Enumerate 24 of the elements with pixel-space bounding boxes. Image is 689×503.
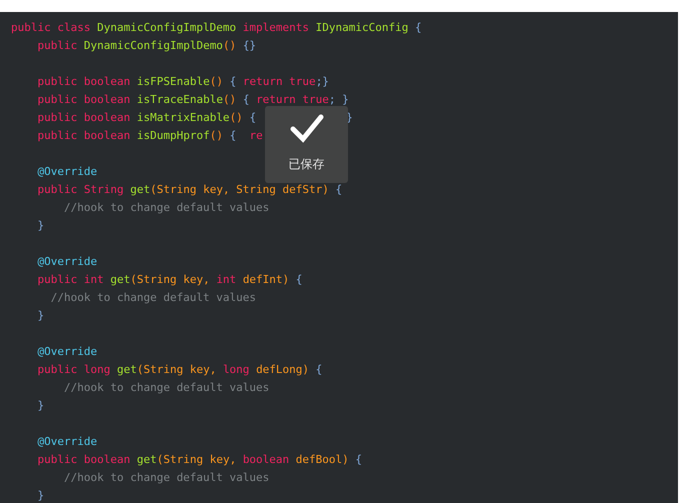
- code-line: public boolean get(String key, boolean defBool) {: [36, 452, 362, 468]
- code-line: public boolean isMatrixEnable() {: [36, 110, 256, 126]
- code-line: //hook to change default values: [62, 200, 270, 216]
- code-line: }: [36, 308, 44, 324]
- code-line: public boolean isFPSEnable() { return true;}: [36, 74, 329, 90]
- code-line: public DynamicConfigImplDemo() {}: [36, 38, 256, 54]
- toast-message: 已保存: [288, 156, 324, 173]
- code-line: //hook to change default values: [50, 290, 256, 306]
- code-line: @Override: [36, 434, 98, 450]
- code-line: public String get(String key, String defStr) {: [36, 182, 342, 198]
- checkmark-icon: [288, 112, 324, 144]
- code-line: }: [36, 398, 44, 414]
- code-line: }: [36, 218, 44, 234]
- code-line: public boolean isDumpHprof() { re: [36, 128, 263, 144]
- code-line: @Override: [36, 254, 98, 270]
- code-line: //hook to change default values: [62, 380, 270, 396]
- code-line: public class DynamicConfigImplDemo implements IDynamicConfig {: [11, 20, 422, 36]
- code-line: //hook to change default values: [62, 470, 270, 486]
- code-line: public boolean isTraceEnable() { return true; }: [36, 92, 349, 108]
- code-line: public long get(String key, long defLong) {: [36, 362, 322, 378]
- code-line: @Override: [36, 344, 98, 360]
- code-line: }: [36, 488, 44, 503]
- code-line: @Override: [36, 164, 98, 180]
- code-line: public int get(String key, int defInt) {: [36, 272, 302, 288]
